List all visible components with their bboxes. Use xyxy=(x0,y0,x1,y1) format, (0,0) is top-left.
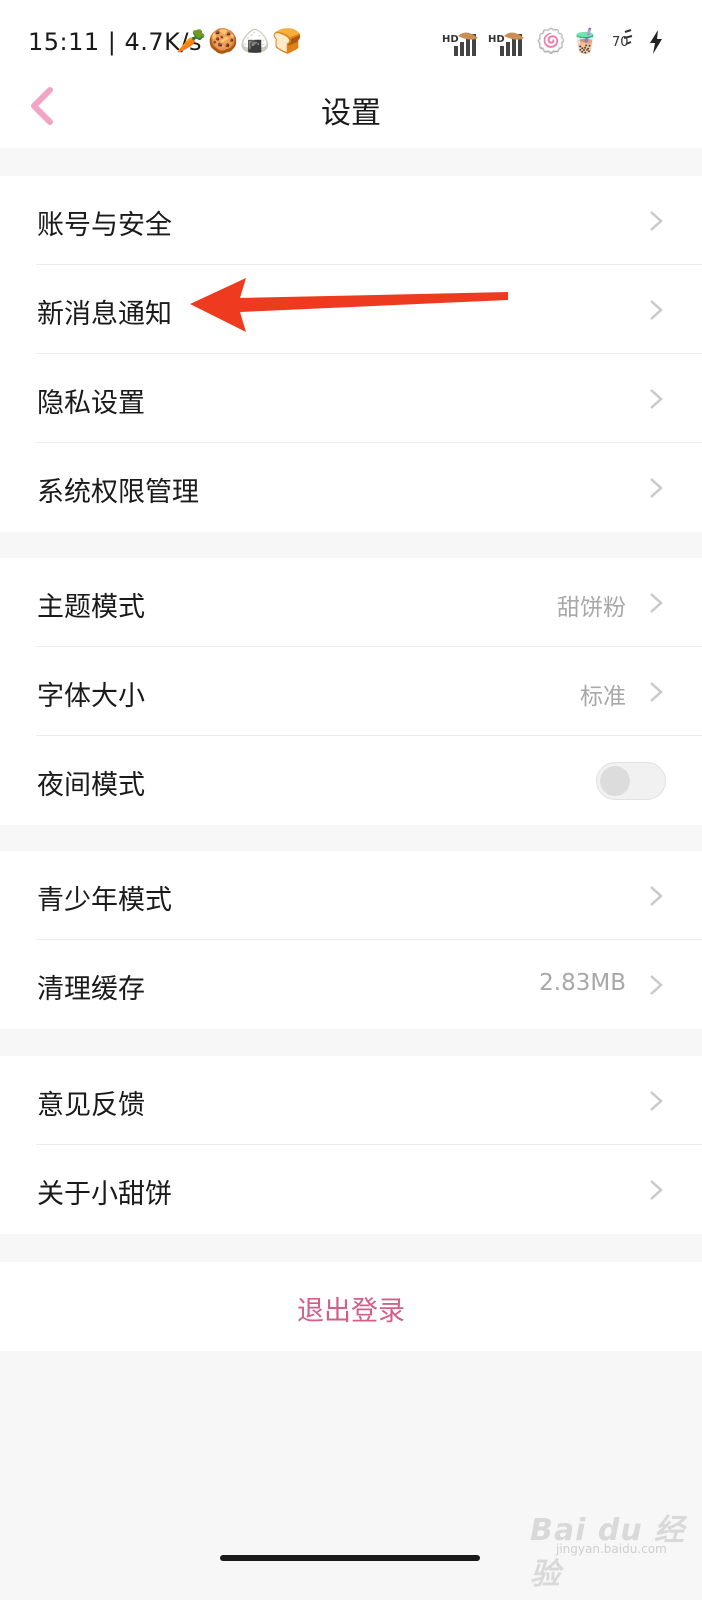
chevron-right-icon xyxy=(650,478,663,498)
settings-group-misc: 青少年模式 清理缓存 2.83MB xyxy=(0,851,702,1029)
chevron-right-icon xyxy=(650,1091,663,1111)
settings-item-label: 系统权限管理 xyxy=(37,477,199,508)
chevron-right-icon xyxy=(650,1180,663,1200)
signal-icon-2 xyxy=(500,32,524,56)
theme-value: 甜饼粉 xyxy=(557,595,626,621)
night-mode-toggle[interactable] xyxy=(596,762,666,800)
settings-group-display: 主题模式 甜饼粉 字体大小 标准 夜间模式 xyxy=(0,558,702,825)
settings-item-label: 隐私设置 xyxy=(37,388,145,419)
settings-group-about: 意见反馈 关于小甜饼 xyxy=(0,1056,702,1234)
font-size-value: 标准 xyxy=(580,684,626,710)
settings-item-system-permissions[interactable]: 系统权限管理 xyxy=(0,443,702,532)
settings-item-label: 意见反馈 xyxy=(37,1090,145,1121)
toggle-knob xyxy=(600,766,630,796)
settings-item-privacy[interactable]: 隐私设置 xyxy=(0,354,702,443)
logout-label: 退出登录 xyxy=(297,1296,405,1327)
chevron-right-icon xyxy=(650,593,663,613)
settings-item-feedback[interactable]: 意见反馈 xyxy=(0,1056,702,1145)
cookie-icon: 🍪 xyxy=(208,27,238,55)
settings-item-label: 主题模式 xyxy=(37,592,145,623)
battery-sparkle-icon xyxy=(623,29,633,45)
riceball-icon: 🍙 xyxy=(240,27,270,55)
settings-item-label: 账号与安全 xyxy=(37,210,172,241)
chevron-right-icon xyxy=(650,389,663,409)
settings-item-label: 新消息通知 xyxy=(37,299,172,330)
settings-item-label: 关于小甜饼 xyxy=(37,1179,172,1210)
bread-icon: 🍞 xyxy=(272,27,302,55)
settings-group-account: 账号与安全 新消息通知 隐私设置 系统权限管理 xyxy=(0,176,702,532)
settings-item-youth-mode[interactable]: 青少年模式 xyxy=(0,851,702,940)
chevron-right-icon xyxy=(650,300,663,320)
settings-item-about[interactable]: 关于小甜饼 xyxy=(0,1145,702,1234)
logout-button[interactable]: 退出登录 xyxy=(0,1262,702,1351)
settings-item-label: 清理缓存 xyxy=(37,974,145,1005)
chevron-right-icon xyxy=(650,886,663,906)
home-indicator[interactable] xyxy=(220,1555,480,1561)
watermark-url: jingyan.baidu.com xyxy=(556,1542,667,1556)
annotation-arrow-icon xyxy=(190,278,508,332)
settings-item-theme-mode[interactable]: 主题模式 甜饼粉 xyxy=(0,558,702,647)
signal-icon xyxy=(454,32,478,56)
chevron-right-icon xyxy=(650,211,663,231)
charging-icon xyxy=(650,30,662,54)
nav-bar: 设置 xyxy=(0,58,702,148)
cache-size-value: 2.83MB xyxy=(539,970,626,996)
milk-tea-icon: 🧋 xyxy=(570,27,600,55)
settings-item-label: 夜间模式 xyxy=(37,770,145,801)
wifi-icon: 🍥 xyxy=(536,27,566,55)
settings-item-account-security[interactable]: 账号与安全 xyxy=(0,176,702,265)
settings-item-font-size[interactable]: 字体大小 标准 xyxy=(0,647,702,736)
chevron-right-icon xyxy=(650,682,663,702)
carrot-icon: 🥕 xyxy=(176,27,206,55)
chevron-right-icon xyxy=(650,975,663,995)
settings-item-night-mode: 夜间模式 xyxy=(0,736,702,825)
settings-item-clear-cache[interactable]: 清理缓存 2.83MB xyxy=(0,940,702,1029)
settings-item-label: 青少年模式 xyxy=(37,885,172,916)
settings-item-label: 字体大小 xyxy=(37,681,145,712)
page-title: 设置 xyxy=(321,96,381,131)
